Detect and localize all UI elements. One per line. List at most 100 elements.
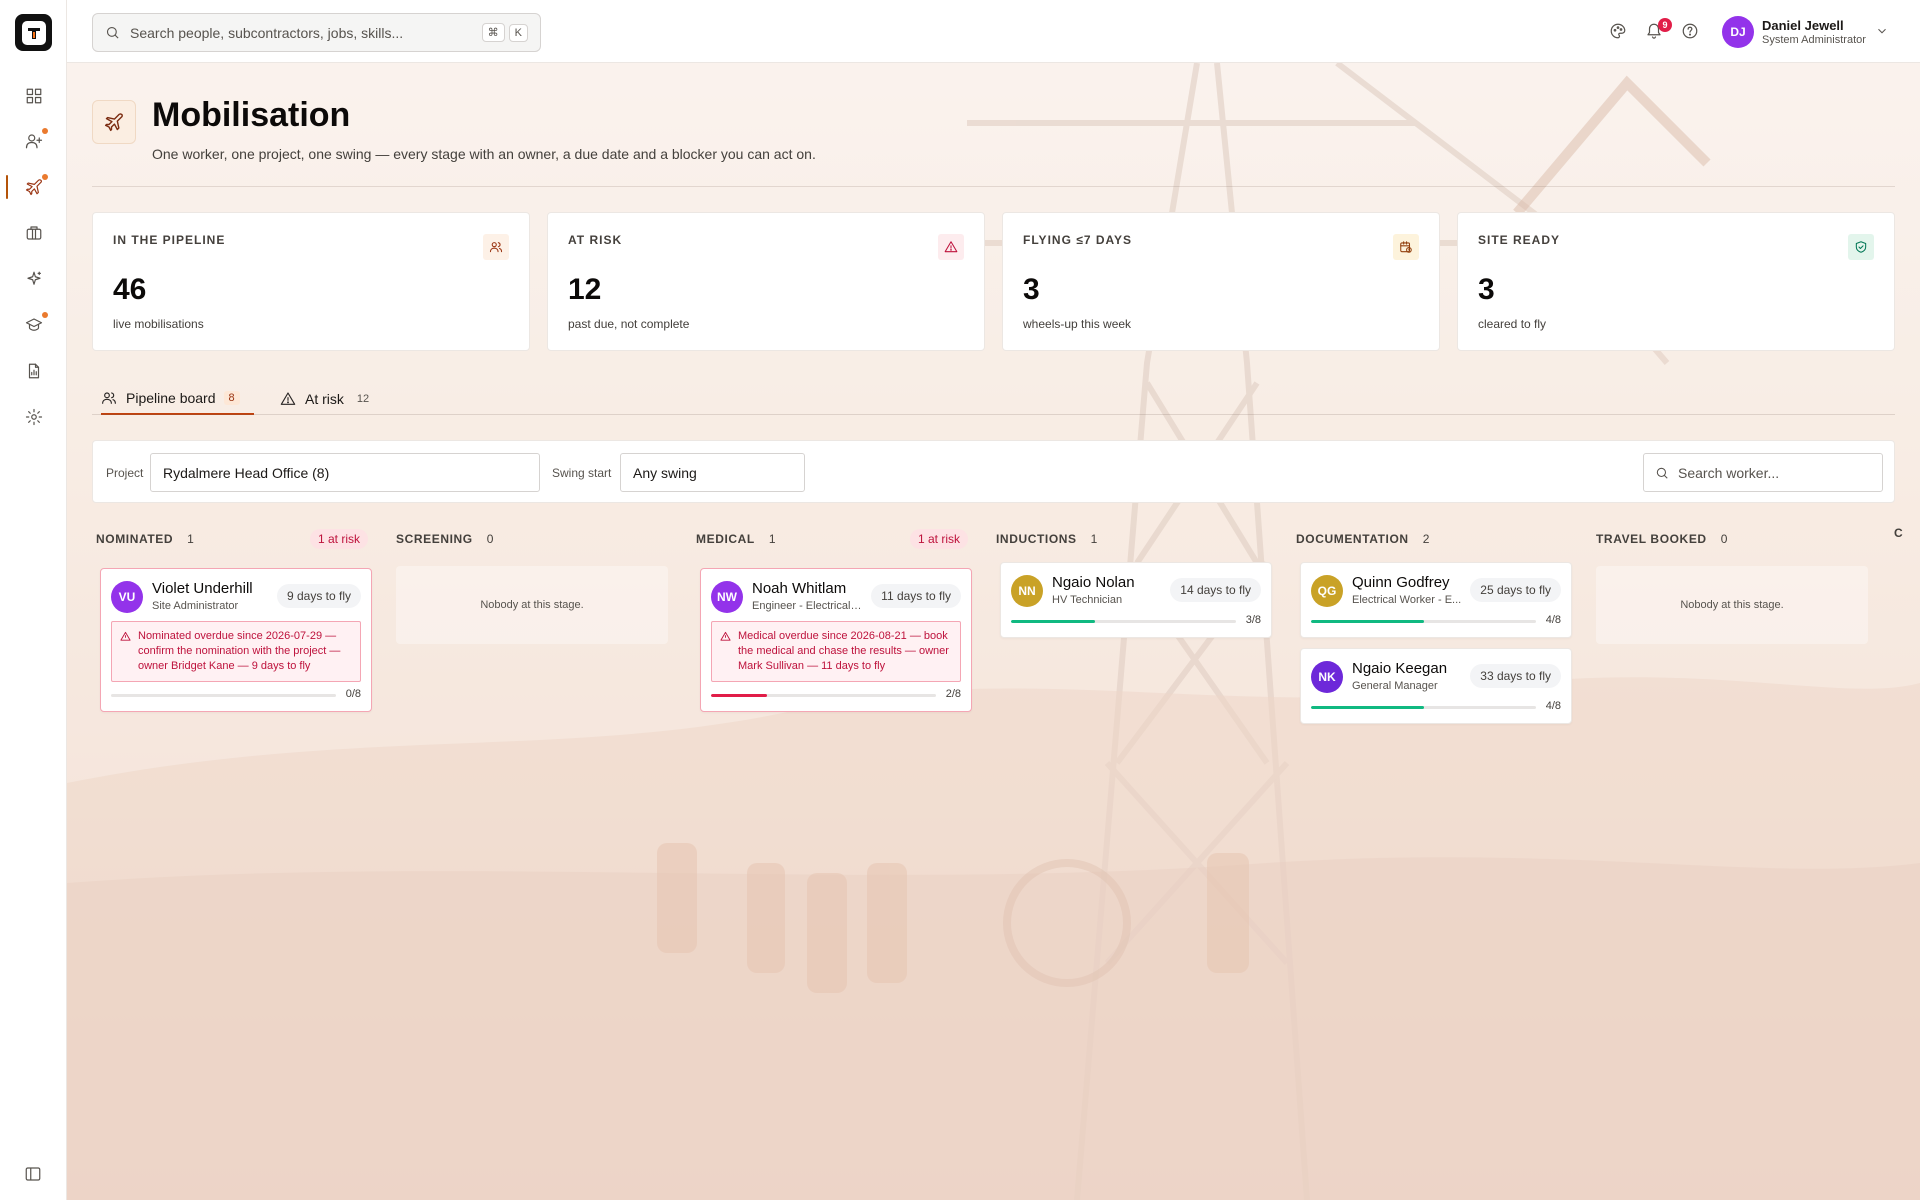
- header-divider: [92, 186, 1895, 187]
- worker-card[interactable]: QG Quinn Godfrey Electrical Worker - E..…: [1300, 562, 1572, 638]
- worker-card[interactable]: NN Ngaio Nolan HV Technician 14 days to …: [1000, 562, 1272, 638]
- worker-card[interactable]: NW Noah Whitlam Engineer - Electrical I.…: [700, 568, 972, 712]
- dashboard-icon: [26, 88, 42, 104]
- column-title: INDUCTIONS: [996, 532, 1077, 546]
- app-logo[interactable]: [15, 14, 52, 51]
- notification-count-badge: 9: [1658, 18, 1672, 32]
- stat-note: past due, not complete: [568, 317, 690, 331]
- top-bar: Search people, subcontractors, jobs, ski…: [67, 0, 1920, 63]
- sidebar-item-jobs[interactable]: [17, 216, 51, 250]
- sidebar-collapse-button[interactable]: [24, 1165, 44, 1185]
- column-documentation: DOCUMENTATION 2 QG Quinn Godfrey Electri…: [1296, 526, 1572, 724]
- checklist-progress: [1311, 620, 1536, 623]
- project-filter-label: Project: [106, 466, 144, 480]
- checklist-count: 0/8: [345, 688, 361, 700]
- user-role: System Administrator: [1762, 34, 1866, 46]
- warning-icon: [120, 631, 131, 641]
- tab-pipeline-board[interactable]: Pipeline board 8: [101, 383, 254, 415]
- worker-avatar: NK: [1311, 661, 1343, 693]
- checklist-count: 3/8: [1245, 614, 1261, 626]
- sidebar: [0, 0, 67, 1200]
- stat-value: 3: [1023, 273, 1040, 306]
- worker-card[interactable]: VU Violet Underhill Site Administrator 9…: [100, 568, 372, 712]
- shortcut-key-k: K: [508, 23, 528, 42]
- stat-value: 46: [113, 273, 147, 306]
- sidebar-item-reports[interactable]: [17, 354, 51, 388]
- briefcase-icon: [26, 226, 42, 240]
- stat-card-at-risk[interactable]: AT RISK 12 past due, not complete: [547, 212, 985, 351]
- project-select[interactable]: Rydalmere Head Office (8): [150, 453, 540, 492]
- blocker-alert[interactable]: Medical overdue since 2026-08-21 — book …: [711, 621, 961, 682]
- worker-name: Ngaio Keegan: [1352, 660, 1448, 677]
- page-icon: [92, 100, 136, 144]
- worker-avatar: VU: [111, 581, 143, 613]
- column-header: DOCUMENTATION 2: [1296, 526, 1568, 552]
- page-title: Mobilisation: [152, 96, 351, 134]
- stat-value: 3: [1478, 273, 1495, 306]
- checklist-progress: [111, 694, 336, 697]
- stat-label: FLYING ≤7 DAYS: [1023, 233, 1133, 247]
- sidebar-active-indicator: [6, 175, 8, 199]
- worker-card[interactable]: NK Ngaio Keegan General Manager 33 days …: [1300, 648, 1572, 724]
- days-to-fly-chip: 9 days to fly: [276, 584, 361, 608]
- page-subtitle: One worker, one project, one swing — eve…: [152, 146, 816, 162]
- help-icon: [1682, 23, 1698, 39]
- tab-label: Pipeline board: [126, 390, 216, 406]
- calendar-clock-icon: [1400, 241, 1412, 253]
- checklist-progress: [711, 694, 936, 697]
- stat-card-pipeline[interactable]: IN THE PIPELINE 46 live mobilisations: [92, 212, 530, 351]
- tab-count-badge: 12: [356, 393, 370, 405]
- report-icon: [28, 363, 40, 379]
- global-search-placeholder: Search people, subcontractors, jobs, ski…: [130, 24, 404, 41]
- search-icon: [106, 26, 119, 39]
- tab-at-risk[interactable]: At risk 12: [280, 383, 390, 415]
- worker-name: Violet Underhill: [152, 580, 253, 597]
- palette-icon: [1610, 23, 1626, 39]
- warning-icon: [944, 241, 958, 253]
- sidebar-item-dashboard[interactable]: [17, 79, 51, 113]
- plane-icon: [104, 113, 123, 132]
- worker-avatar: NN: [1011, 575, 1043, 607]
- checklist-count: 4/8: [1545, 614, 1561, 626]
- days-to-fly-chip: 33 days to fly: [1470, 664, 1561, 688]
- user-name[interactable]: Daniel Jewell: [1762, 18, 1844, 33]
- shield-check-icon: [1855, 241, 1867, 253]
- column-title: DOCUMENTATION: [1296, 532, 1409, 546]
- empty-column-message: Nobody at this stage.: [396, 566, 668, 644]
- graduation-cap-icon: [25, 318, 43, 331]
- sidebar-item-mobilisation[interactable]: [17, 170, 51, 204]
- shortcut-key-cmd: ⌘: [481, 23, 505, 42]
- worker-name: Ngaio Nolan: [1052, 574, 1135, 591]
- stat-card-flying-soon[interactable]: FLYING ≤7 DAYS 3 wheels-up this week: [1002, 212, 1440, 351]
- user-menu-toggle[interactable]: [1875, 24, 1889, 38]
- sidebar-item-training[interactable]: [17, 308, 51, 342]
- sidebar-item-ai[interactable]: [17, 262, 51, 296]
- global-search-input[interactable]: Search people, subcontractors, jobs, ski…: [92, 13, 541, 52]
- days-to-fly-chip: 11 days to fly: [871, 584, 961, 608]
- notifications-button[interactable]: 9: [1643, 18, 1672, 42]
- stat-card-site-ready[interactable]: SITE READY 3 cleared to fly: [1457, 212, 1895, 351]
- column-travel-booked: TRAVEL BOOKED 0 Nobody at this stage.: [1596, 526, 1868, 644]
- column-count: 0: [486, 532, 494, 546]
- tabs-divider: [92, 414, 1895, 415]
- swing-select[interactable]: Any swing: [620, 453, 805, 492]
- theme-button[interactable]: [1607, 20, 1629, 42]
- stat-icon-box: [1848, 234, 1874, 260]
- column-medical: MEDICAL 1 1 at risk NW Noah Whitlam Engi…: [696, 526, 972, 712]
- column-header: SCREENING 0: [396, 526, 668, 552]
- progress-fill: [1011, 620, 1096, 623]
- blocker-alert[interactable]: Nominated overdue since 2026-07-29 — con…: [111, 621, 361, 682]
- checklist-progress: [1311, 706, 1536, 709]
- worker-search-input[interactable]: Search worker...: [1643, 453, 1883, 492]
- checklist-progress: [1011, 620, 1236, 623]
- help-button[interactable]: [1679, 20, 1701, 42]
- user-plus-icon: [25, 134, 43, 149]
- user-avatar[interactable]: DJ: [1722, 16, 1754, 48]
- progress-fill: [1311, 706, 1424, 709]
- sidebar-item-recruitment[interactable]: [17, 124, 51, 158]
- sidebar-item-settings[interactable]: [17, 400, 51, 434]
- users-icon: [489, 242, 503, 253]
- column-count: 2: [1422, 532, 1430, 546]
- chevron-down-icon: [1878, 28, 1886, 34]
- checklist-count: 4/8: [1545, 700, 1561, 712]
